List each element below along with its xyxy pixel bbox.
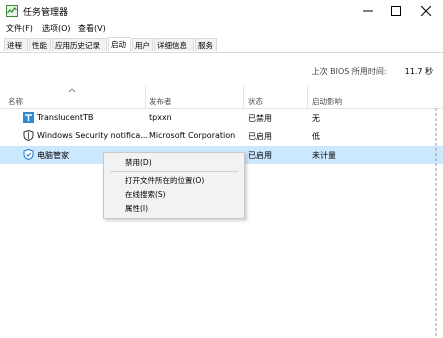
minimize-icon	[363, 10, 373, 12]
menu-separator	[110, 171, 238, 172]
table-row[interactable]: Windows Security notifica... Microsoft C…	[0, 127, 443, 145]
column-header: 名称 发布者 状态 启动影响	[0, 86, 443, 109]
title-bar: 任务管理器	[0, 0, 443, 22]
column-divider[interactable]	[307, 86, 308, 108]
column-name[interactable]: 名称	[8, 96, 23, 107]
menu-item-properties[interactable]: 属性(I)	[125, 203, 148, 214]
menu-item-open-file-location[interactable]: 打开文件所在的位置(O)	[125, 175, 204, 186]
window-title: 任务管理器	[23, 8, 69, 18]
row-impact: 未计量	[312, 151, 336, 160]
bios-time-value: 11.7 秒	[404, 67, 433, 76]
menu-bar: 文件(F) 选项(O) 查看(V)	[0, 22, 443, 36]
bios-time: 上次 BIOS 所用时间: 11.7 秒	[312, 66, 433, 77]
pc-manager-icon	[23, 149, 34, 160]
tab-processes[interactable]: 进程	[4, 38, 28, 51]
tab-startup[interactable]: 启动	[108, 37, 131, 52]
maximize-button[interactable]	[381, 0, 411, 22]
row-status: 已启用	[248, 151, 272, 160]
menu-view[interactable]: 查看(V)	[78, 23, 106, 34]
table-row[interactable]: TranslucentTB tpxxn 已禁用 无	[0, 109, 443, 127]
menu-options[interactable]: 选项(O)	[42, 23, 71, 34]
column-divider[interactable]	[145, 86, 146, 108]
menu-item-search-online[interactable]: 在线搜索(S)	[125, 189, 166, 200]
column-impact[interactable]: 启动影响	[312, 96, 342, 107]
tab-details[interactable]: 详细信息	[154, 38, 194, 51]
column-publisher[interactable]: 发布者	[149, 96, 172, 107]
row-impact: 低	[312, 132, 320, 141]
row-publisher: Microsoft Corporation	[149, 131, 236, 140]
shield-icon	[23, 130, 34, 141]
maximize-icon	[391, 6, 401, 16]
row-name: 电脑管家	[37, 151, 69, 160]
menu-item-disable[interactable]: 禁用(D)	[125, 157, 152, 168]
tab-app-history[interactable]: 应用历史记录	[52, 38, 107, 51]
tab-performance[interactable]: 性能	[29, 38, 51, 51]
sort-ascending-icon	[68, 88, 76, 93]
tab-services[interactable]: 服务	[195, 38, 217, 51]
column-divider[interactable]	[243, 86, 244, 108]
row-status: 已启用	[248, 132, 272, 141]
translucenttb-icon	[23, 112, 34, 123]
scrollbar[interactable]	[433, 108, 439, 338]
task-manager-icon	[6, 5, 18, 17]
bios-time-label: 上次 BIOS 所用时间:	[311, 67, 387, 76]
row-name: TranslucentTB	[37, 113, 94, 122]
row-name: Windows Security notifica...	[37, 131, 148, 140]
minimize-button[interactable]	[353, 0, 383, 22]
row-publisher: tpxxn	[149, 113, 172, 122]
context-menu: 禁用(D) 打开文件所在的位置(O) 在线搜索(S) 属性(I)	[103, 152, 245, 219]
column-status[interactable]: 状态	[248, 96, 263, 107]
close-button[interactable]	[411, 0, 441, 22]
row-impact: 无	[312, 114, 320, 123]
menu-file[interactable]: 文件(F)	[6, 23, 33, 34]
close-icon	[421, 6, 431, 16]
row-status: 已禁用	[248, 114, 272, 123]
tab-strip: 进程 性能 应用历史记录 启动 用户 详细信息 服务	[0, 37, 443, 53]
tab-users[interactable]: 用户	[132, 38, 153, 51]
